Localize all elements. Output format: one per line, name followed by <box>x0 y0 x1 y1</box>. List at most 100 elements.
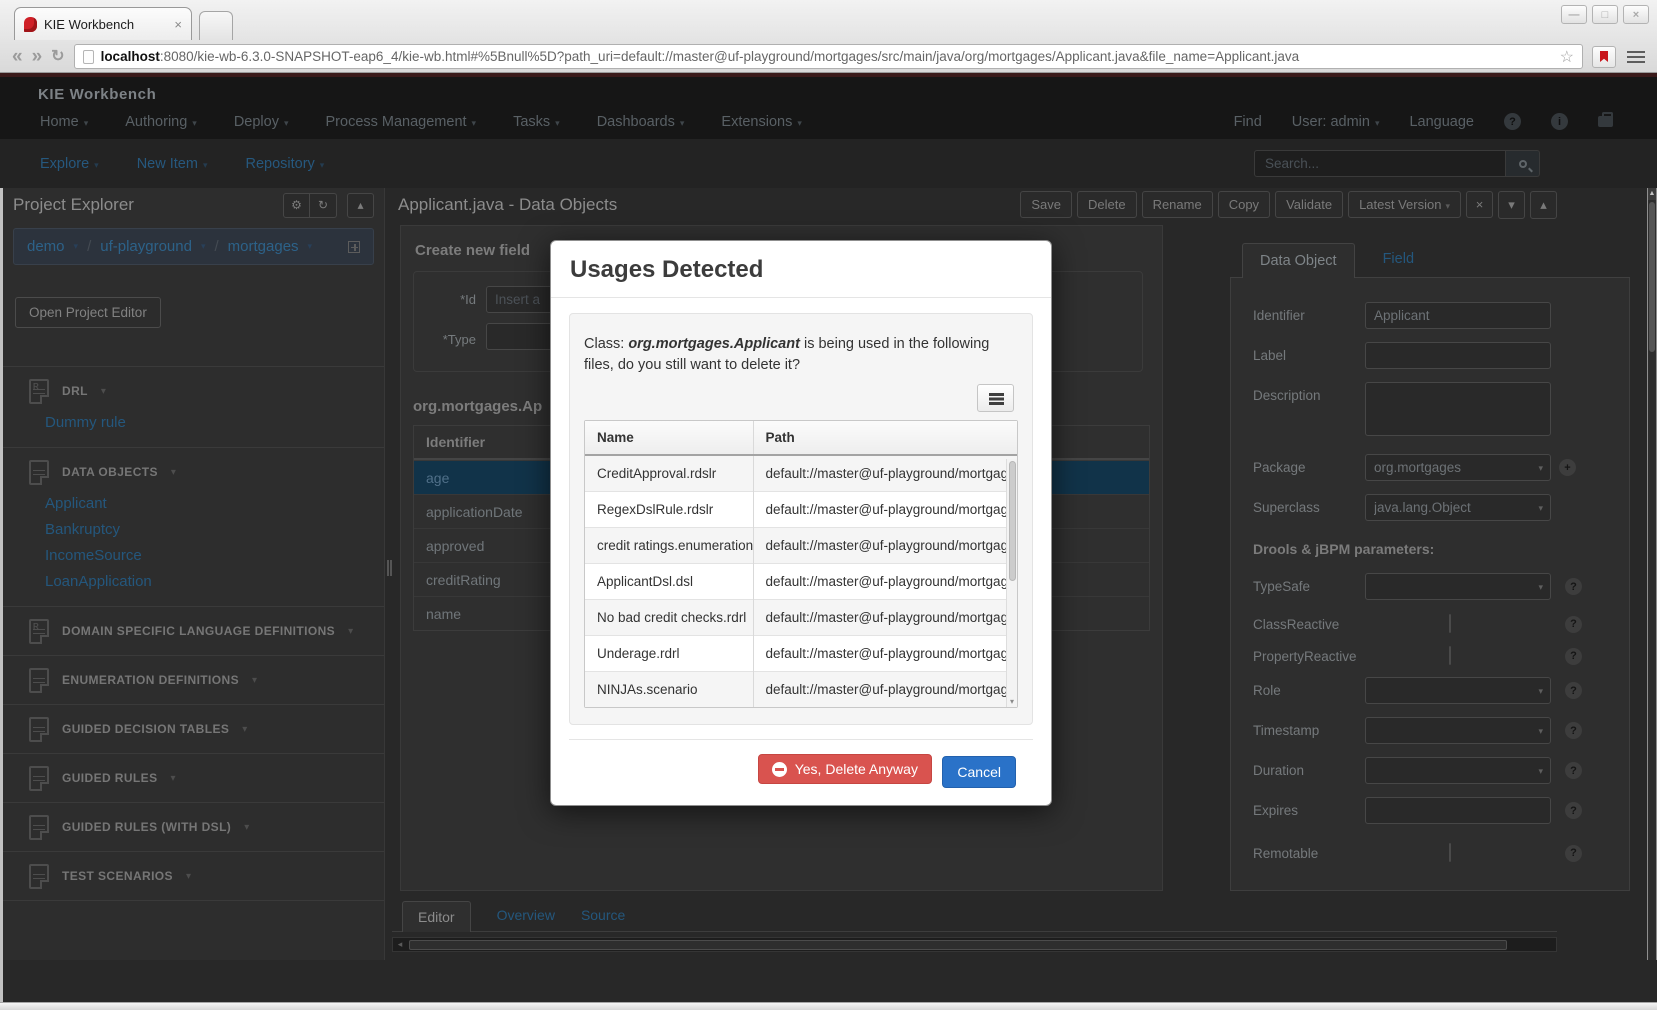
identifier-input[interactable] <box>1365 302 1551 329</box>
latest-version-dropdown[interactable]: Latest Version▾ <box>1348 191 1461 218</box>
help-icon[interactable]: ? <box>1565 682 1582 699</box>
find-link[interactable]: Find <box>1234 114 1262 130</box>
collapse-panel-button[interactable]: ▴ <box>347 193 374 218</box>
section-header[interactable]: DATA OBJECTS ▾ <box>29 458 374 486</box>
menu-authoring[interactable]: Authoring▾ <box>125 114 197 130</box>
bookmarks-menu-button[interactable] <box>1592 46 1616 68</box>
table-row[interactable]: Underage.rdrldefault://master@uf-playgro… <box>585 636 1017 672</box>
timestamp-select[interactable]: ▾ <box>1365 717 1551 744</box>
menu-process-management[interactable]: Process Management▾ <box>326 114 477 130</box>
package-select[interactable]: ▾ <box>1365 454 1551 481</box>
copy-button[interactable]: Copy <box>1218 191 1270 218</box>
asset-link-loanapplication[interactable]: LoanApplication <box>45 568 374 594</box>
table-row[interactable]: ApplicantDsl.dsldefault://master@uf-play… <box>585 564 1017 600</box>
tab-close-icon[interactable]: × <box>174 17 182 32</box>
table-row[interactable]: NINJAs.scenariodefault://master@uf-playg… <box>585 672 1017 708</box>
help-icon[interactable]: ? <box>1565 762 1582 779</box>
asset-link-incomesource[interactable]: IncomeSource <box>45 542 374 568</box>
section-header[interactable]: GUIDED RULES ▾ <box>29 764 374 792</box>
refresh-button[interactable]: ↻ <box>310 193 337 218</box>
window-maximize-button[interactable]: □ <box>1592 5 1618 24</box>
search-input[interactable] <box>1254 150 1506 177</box>
breadcrumb-project[interactable]: mortgages <box>228 238 299 255</box>
help-icon[interactable]: ? <box>1565 802 1582 819</box>
tab-source[interactable]: Source <box>581 907 625 931</box>
window-close-button[interactable]: × <box>1623 5 1649 24</box>
reload-button[interactable]: ↻ <box>51 49 64 65</box>
language-link[interactable]: Language <box>1409 114 1474 130</box>
menu-dashboards[interactable]: Dashboards▾ <box>597 114 685 130</box>
collapse-editor-button[interactable]: ▴ <box>1530 191 1557 219</box>
repository-menu[interactable]: Repository▾ <box>245 156 324 172</box>
rename-button[interactable]: Rename <box>1142 191 1213 218</box>
explorer-mode-icon[interactable] <box>348 241 360 253</box>
menu-home[interactable]: Home▾ <box>40 114 88 130</box>
duration-select[interactable]: ▾ <box>1365 757 1551 784</box>
tab-field[interactable]: Field <box>1383 251 1414 277</box>
table-row[interactable]: CreditApproval.rdslrdefault://master@uf-… <box>585 455 1017 492</box>
role-select[interactable]: ▾ <box>1365 677 1551 704</box>
menu-deploy[interactable]: Deploy▾ <box>234 114 289 130</box>
help-icon[interactable]: ? <box>1565 648 1582 665</box>
table-scrollbar[interactable]: ▾ <box>1006 459 1017 707</box>
list-view-button[interactable] <box>977 384 1014 412</box>
window-minimize-button[interactable]: — <box>1561 5 1587 24</box>
delete-button[interactable]: Delete <box>1077 191 1137 218</box>
scroll-down-icon[interactable]: ▾ <box>1007 697 1017 707</box>
scrollbar-thumb[interactable] <box>1009 461 1016 581</box>
panel-splitter[interactable] <box>385 188 392 960</box>
panel-menu-button[interactable]: ▾ <box>1498 191 1525 219</box>
briefcase-icon[interactable] <box>1598 116 1613 127</box>
add-package-icon[interactable]: + <box>1559 459 1576 476</box>
help-icon[interactable]: ? <box>1565 616 1582 633</box>
section-header[interactable]: GUIDED RULES (WITH DSL) ▾ <box>29 813 374 841</box>
asset-link-applicant[interactable]: Applicant <box>45 490 374 516</box>
yes-delete-anyway-button[interactable]: Yes, Delete Anyway <box>758 754 932 784</box>
bookmark-star-icon[interactable]: ☆ <box>1560 47 1574 67</box>
tab-data-object[interactable]: Data Object <box>1242 243 1355 278</box>
help-icon[interactable]: ? <box>1504 113 1521 130</box>
breadcrumb-repository[interactable]: uf-playground <box>100 238 192 255</box>
validate-button[interactable]: Validate <box>1275 191 1343 218</box>
back-button[interactable]: « <box>12 47 23 66</box>
forward-button[interactable]: » <box>32 47 43 66</box>
new-tab-button[interactable] <box>199 11 233 40</box>
breadcrumb-org[interactable]: demo <box>27 238 65 255</box>
hamburger-menu-icon[interactable] <box>1627 51 1645 63</box>
asset-link-dummy-rule[interactable]: Dummy rule <box>45 409 374 435</box>
superclass-select[interactable]: ▾ <box>1365 494 1551 521</box>
table-row[interactable]: No bad credit checks.rdrldefault://maste… <box>585 600 1017 636</box>
typesafe-select[interactable]: ▾ <box>1365 573 1551 600</box>
close-editor-button[interactable]: × <box>1466 191 1493 218</box>
help-icon[interactable]: ? <box>1565 722 1582 739</box>
expires-input[interactable] <box>1365 797 1551 824</box>
section-header[interactable]: TEST SCENARIOS ▾ <box>29 862 374 890</box>
description-textarea[interactable] <box>1365 382 1551 436</box>
info-icon[interactable]: i <box>1551 113 1568 130</box>
scroll-up-icon[interactable]: ▲ <box>1648 188 1656 200</box>
new-item-menu[interactable]: New Item▾ <box>137 156 208 172</box>
tab-editor[interactable]: Editor <box>402 901 471 932</box>
classreactive-checkbox[interactable] <box>1449 614 1451 633</box>
table-row[interactable]: credit ratings.enumerationdefault://mast… <box>585 528 1017 564</box>
tab-overview[interactable]: Overview <box>497 907 555 931</box>
menu-extensions[interactable]: Extensions▾ <box>721 114 801 130</box>
scroll-left-icon[interactable]: ◂ <box>393 939 407 950</box>
save-button[interactable]: Save <box>1020 191 1072 218</box>
browser-tab[interactable]: KIE Workbench × <box>14 7 192 40</box>
horizontal-scrollbar[interactable]: ◂ <box>392 937 1557 952</box>
table-row[interactable]: RegexDslRule.rdslrdefault://master@uf-pl… <box>585 492 1017 528</box>
section-header[interactable]: R DRL ▾ <box>29 377 374 405</box>
menu-tasks[interactable]: Tasks▾ <box>513 114 560 130</box>
propertyreactive-checkbox[interactable] <box>1449 646 1451 665</box>
scrollbar-thumb[interactable] <box>409 940 1507 950</box>
help-icon[interactable]: ? <box>1565 578 1582 595</box>
open-project-editor-button[interactable]: Open Project Editor <box>15 297 161 328</box>
section-header[interactable]: ENUMERATION DEFINITIONS ▾ <box>29 666 374 694</box>
label-input[interactable] <box>1365 342 1551 369</box>
gear-button[interactable]: ⚙ <box>283 193 310 218</box>
explore-menu[interactable]: Explore▾ <box>40 156 99 172</box>
url-bar[interactable]: localhost:8080/kie-wb-6.3.0-SNAPSHOT-eap… <box>74 44 1583 69</box>
remotable-checkbox[interactable] <box>1449 843 1451 862</box>
cancel-button[interactable]: Cancel <box>942 756 1016 788</box>
